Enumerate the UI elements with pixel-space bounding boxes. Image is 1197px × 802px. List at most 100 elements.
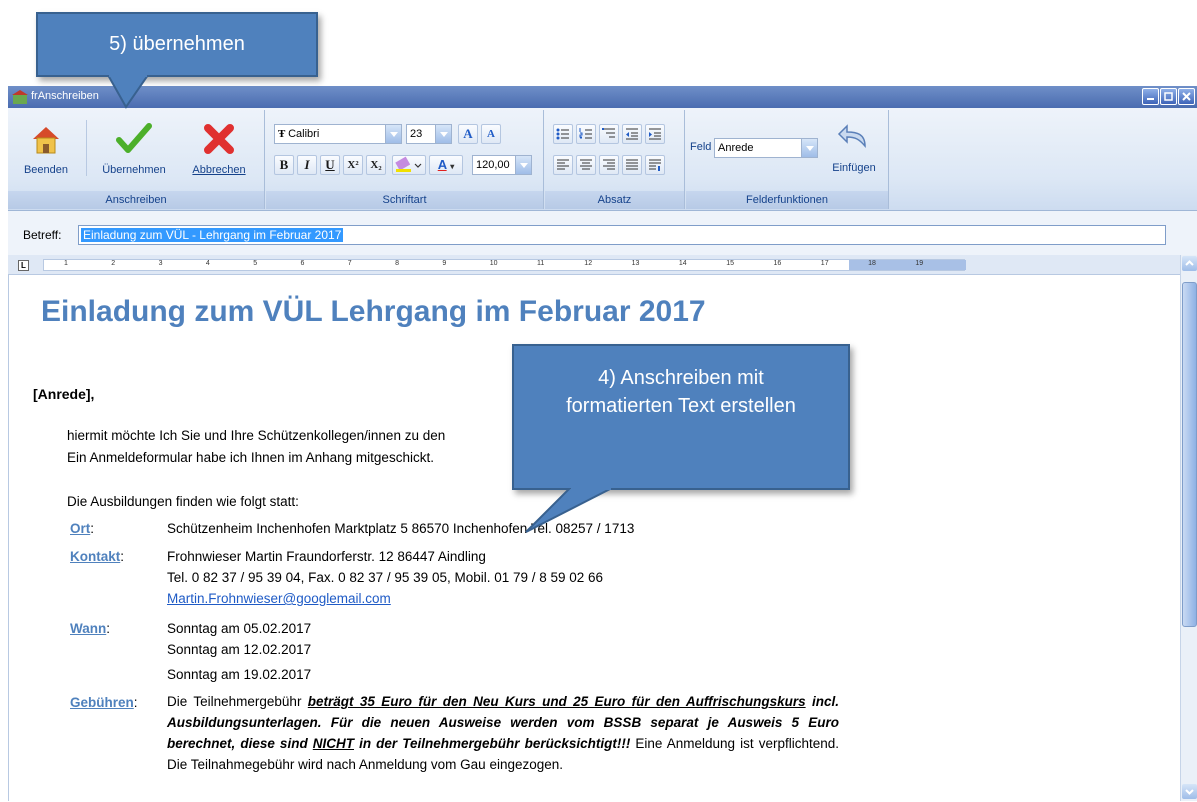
- salutation-field: [Anrede],: [33, 386, 95, 402]
- zoom-combo[interactable]: 120,00: [472, 155, 532, 175]
- chevron-up-icon: [1185, 260, 1194, 266]
- multilevel-list-button[interactable]: [599, 124, 619, 144]
- ruler-number: 11: [537, 260, 545, 267]
- app-icon: [12, 90, 28, 104]
- align-left-button[interactable]: [553, 155, 573, 175]
- align-right-button[interactable]: [599, 155, 619, 175]
- ruler-number: 7: [347, 260, 352, 267]
- insert-arrow-icon: [837, 124, 866, 149]
- scroll-thumb[interactable]: [1182, 282, 1197, 627]
- italic-button[interactable]: I: [297, 155, 317, 175]
- callout-step4-pointer: [525, 488, 613, 533]
- ruler-number: 6: [300, 260, 305, 267]
- callout-step5: 5) übernehmen: [36, 12, 318, 77]
- tab-selector[interactable]: L: [18, 260, 29, 271]
- chevron-down-icon: [1185, 789, 1194, 795]
- group-label-absatz: Absatz: [545, 191, 684, 209]
- ruler-number: 19: [915, 260, 924, 267]
- vertical-scrollbar[interactable]: [1180, 255, 1197, 801]
- kontakt-link[interactable]: Kontakt: [70, 549, 120, 564]
- increase-indent-button[interactable]: [645, 124, 665, 144]
- window-title: frAnschreiben: [31, 90, 99, 102]
- paragraph-spacing-icon: [649, 159, 661, 171]
- ruler-number: 9: [442, 260, 447, 267]
- einfuegen-button[interactable]: Einfügen: [824, 118, 884, 178]
- font-name-combo[interactable]: Ŧ Calibri: [274, 124, 402, 144]
- email-link[interactable]: Martin.Frohnwieser@googlemail.com: [167, 591, 391, 606]
- wann-date-3: Sonntag am 19.02.2017: [167, 667, 312, 682]
- schedule-intro: Die Ausbildungen finden wie folgt statt:: [67, 494, 299, 509]
- scroll-up-button[interactable]: [1182, 256, 1197, 271]
- group-label-schriftart: Schriftart: [266, 191, 543, 209]
- multilevel-list-icon: [602, 128, 615, 138]
- wann-date-2: Sonntag am 12.02.2017: [167, 642, 312, 657]
- numbered-list-icon: [579, 128, 592, 139]
- wann-label: Wann:: [70, 621, 111, 636]
- line-spacing-button[interactable]: [645, 155, 665, 175]
- ruler[interactable]: L 1 2 3 4 5 6 7 8 9 10 11 12 13 14 15 16 17 18 19: [8, 255, 1180, 275]
- highlight-button[interactable]: [392, 155, 426, 175]
- minimize-button[interactable]: [1142, 88, 1159, 105]
- group-schriftart: Ŧ Calibri 23 A A B I U X² X₂ A ▾ 120,00 …: [266, 110, 544, 209]
- abbrechen-button[interactable]: Abbrechen: [180, 118, 258, 178]
- grow-font-button[interactable]: A: [458, 124, 478, 144]
- fees-paragraph: Die Teilnehmergebühr beträgt 35 Euro für…: [167, 694, 839, 772]
- maximize-button[interactable]: [1160, 88, 1177, 105]
- wann-link[interactable]: Wann: [70, 621, 106, 636]
- gebuehren-label: Gebühren:: [70, 695, 138, 710]
- indent-icon: [649, 128, 661, 140]
- ruler-number: 3: [158, 260, 163, 267]
- callout-step4: 4) Anschreiben mit formatierten Text ers…: [512, 344, 850, 490]
- font-type-icon: Ŧ: [278, 128, 289, 140]
- ruler-scale[interactable]: 1 2 3 4 5 6 7 8 9 10 11 12 13 14 15 16 17 18 19: [43, 259, 966, 271]
- subscript-button[interactable]: X₂: [366, 155, 386, 175]
- underline-button[interactable]: U: [320, 155, 340, 175]
- chevron-down-icon[interactable]: [515, 156, 531, 174]
- ort-link[interactable]: Ort: [70, 521, 90, 536]
- window-titlebar: frAnschreiben: [8, 86, 1197, 108]
- maximize-icon: [1164, 92, 1173, 101]
- betreff-input[interactable]: Einladung zum VÜL - Lehrgang im Februar …: [78, 225, 1166, 245]
- numbered-list-button[interactable]: [576, 124, 596, 144]
- align-justify-icon: [626, 159, 638, 170]
- home-icon: [33, 127, 59, 154]
- minimize-icon: [1147, 98, 1154, 100]
- betreff-label: Betreff:: [23, 228, 62, 242]
- ruler-number: 13: [631, 260, 640, 267]
- align-left-icon: [557, 159, 569, 170]
- checkmark-icon: [116, 123, 152, 153]
- bold-button[interactable]: B: [274, 155, 294, 175]
- ribbon: Beenden Übernehmen Abbrechen Anschreiben…: [8, 108, 1197, 211]
- align-center-button[interactable]: [576, 155, 596, 175]
- ruler-number: 8: [395, 260, 399, 267]
- align-right-icon: [603, 159, 615, 170]
- chevron-down-icon: ▾: [450, 162, 455, 171]
- callout-step5-pointer: [106, 75, 150, 109]
- group-absatz: Absatz: [545, 110, 685, 209]
- chevron-down-icon[interactable]: [435, 125, 451, 143]
- cancel-x-icon: [204, 124, 234, 154]
- chevron-down-icon[interactable]: [801, 139, 817, 157]
- uebernehmen-button[interactable]: Übernehmen: [94, 118, 174, 178]
- field-combo[interactable]: Anrede: [714, 138, 818, 158]
- superscript-button[interactable]: X²: [343, 155, 363, 175]
- ruler-number: 17: [820, 260, 829, 267]
- highlighter-icon: [395, 156, 422, 172]
- justify-button[interactable]: [622, 155, 642, 175]
- group-label-felderfunktionen: Felderfunktionen: [686, 191, 888, 209]
- ruler-number: 5: [253, 260, 258, 267]
- decrease-indent-button[interactable]: [622, 124, 642, 144]
- chevron-down-icon[interactable]: [385, 125, 401, 143]
- font-size-combo[interactable]: 23: [406, 124, 452, 144]
- doc-heading: Einladung zum VÜL Lehrgang im Februar 20…: [41, 295, 706, 328]
- bullet-list-button[interactable]: [553, 124, 573, 144]
- beenden-button[interactable]: Beenden: [16, 118, 76, 178]
- font-color-button[interactable]: A ▾: [429, 155, 463, 175]
- ort-label: Ort:: [70, 521, 95, 536]
- scroll-down-button[interactable]: [1182, 784, 1197, 799]
- group-felderfunktionen: Feld Anrede Einfügen Felderfunktionen: [686, 110, 889, 209]
- shrink-font-button[interactable]: A: [481, 124, 501, 144]
- close-window-button[interactable]: [1178, 88, 1195, 105]
- gebuehren-link[interactable]: Gebühren: [70, 695, 134, 710]
- outdent-icon: [626, 128, 638, 140]
